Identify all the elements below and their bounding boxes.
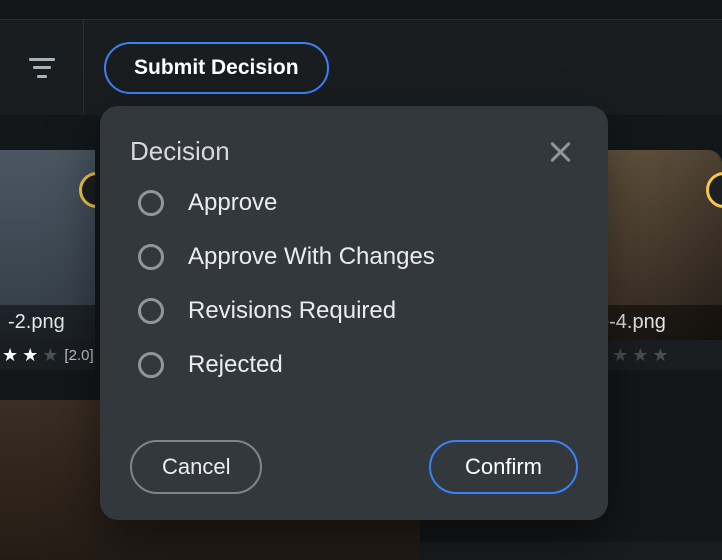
toolbar: Submit Decision <box>0 20 722 115</box>
rating-row[interactable]: ★ ★ ★ [2.0] <box>0 340 95 370</box>
modal-header: Decision <box>130 136 578 167</box>
thumbnail[interactable]: e-4.png ★ ★ ★ ★ <box>590 150 722 370</box>
modal-footer: Cancel Confirm <box>130 440 578 494</box>
radio-icon <box>138 298 164 324</box>
rating-score: [2.0] <box>64 347 93 364</box>
decision-options: Approve Approve With Changes Revisions R… <box>138 189 578 379</box>
star-icon: ★ <box>2 345 18 366</box>
submit-decision-button[interactable]: Submit Decision <box>104 42 329 94</box>
option-revisions-required[interactable]: Revisions Required <box>138 297 578 325</box>
top-strip <box>0 0 722 20</box>
decision-modal: Decision Approve Approve With Changes Re… <box>100 106 608 520</box>
star-icon: ★ <box>612 345 628 366</box>
thumbnail[interactable]: -2.png ★ ★ ★ [2.0] <box>0 150 95 370</box>
option-label: Approve <box>188 189 277 217</box>
radio-icon <box>138 190 164 216</box>
option-approve[interactable]: Approve <box>138 189 578 217</box>
star-icon: ★ <box>42 345 58 366</box>
option-label: Approve With Changes <box>188 243 435 271</box>
option-approve-with-changes[interactable]: Approve With Changes <box>138 243 578 271</box>
confirm-button[interactable]: Confirm <box>429 440 578 494</box>
thumbnail-filename: e-4.png <box>590 305 722 340</box>
radio-icon <box>138 244 164 270</box>
radio-icon <box>138 352 164 378</box>
star-icon: ★ <box>632 345 648 366</box>
star-icon: ★ <box>22 345 38 366</box>
option-label: Rejected <box>188 351 283 379</box>
thumbnail-filename: -2.png <box>0 305 95 340</box>
star-icon: ★ <box>652 345 668 366</box>
modal-title: Decision <box>130 136 230 167</box>
close-icon[interactable] <box>546 138 574 166</box>
filter-button[interactable] <box>0 20 84 115</box>
filter-icon <box>29 58 55 78</box>
option-label: Revisions Required <box>188 297 396 325</box>
option-rejected[interactable]: Rejected <box>138 351 578 379</box>
rating-row[interactable]: ★ ★ ★ ★ <box>590 340 722 370</box>
cancel-button[interactable]: Cancel <box>130 440 262 494</box>
